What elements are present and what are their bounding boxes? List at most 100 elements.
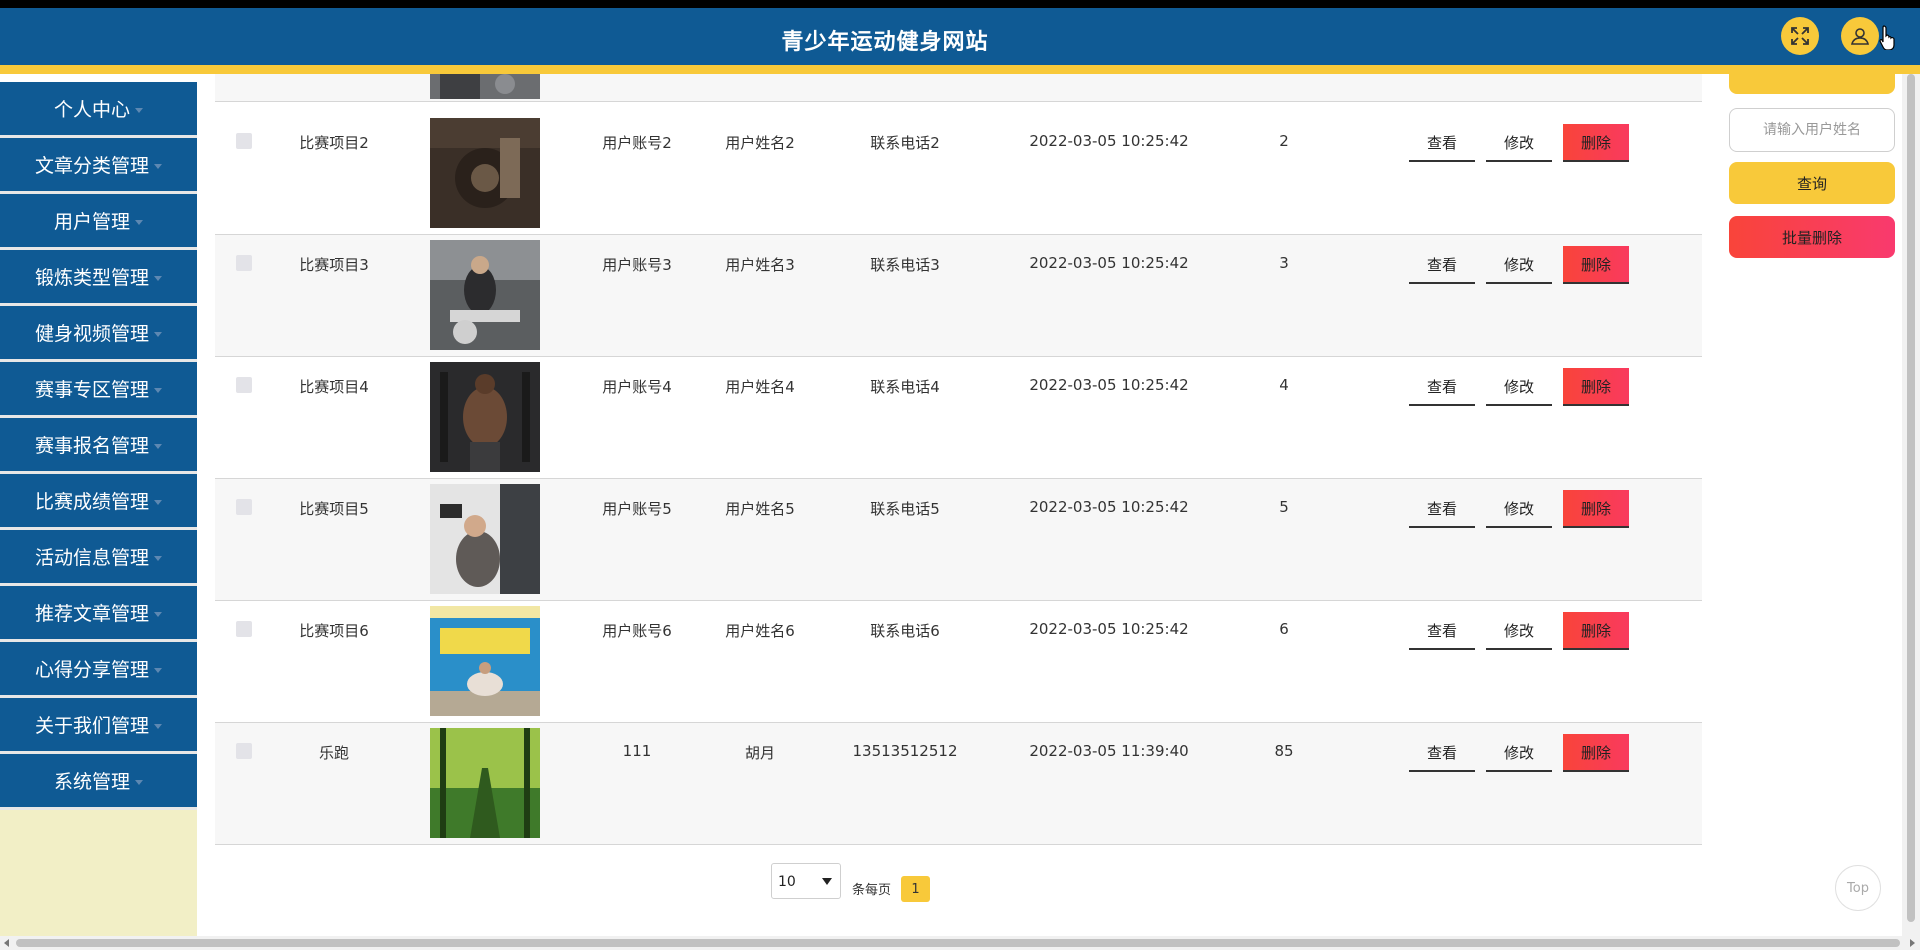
delete-button[interactable]: 删除 xyxy=(1563,124,1629,162)
table-row: 比赛项目2 用户账号2 用户姓名2 联系电话2 2022-03-05 10:25… xyxy=(215,113,1702,235)
page-size-select[interactable]: 10 xyxy=(771,863,841,899)
account-cell: 用户账号5 xyxy=(602,500,672,518)
chevron-down-icon xyxy=(135,108,143,113)
scroll-left-icon[interactable] xyxy=(4,939,9,947)
sidebar-item-label: 用户管理 xyxy=(53,211,130,233)
site-title: 青少年运动健身网站 xyxy=(781,30,989,55)
view-button[interactable]: 查看 xyxy=(1409,734,1475,772)
table-row: 比赛项目3 用户账号3 用户姓名3 联系电话3 2022-03-05 10:25… xyxy=(215,235,1702,357)
sidebar-item-events-zone[interactable]: 赛事专区管理 xyxy=(0,362,197,418)
score-cell: 2 xyxy=(1279,132,1289,150)
expand-icon xyxy=(1791,27,1809,45)
row-image xyxy=(430,240,540,350)
row-checkbox[interactable] xyxy=(236,621,252,637)
delete-button[interactable]: 删除 xyxy=(1563,734,1629,772)
horizontal-scrollbar-thumb[interactable] xyxy=(16,939,1900,947)
row-checkbox[interactable] xyxy=(236,133,252,149)
chevron-down-icon xyxy=(154,556,162,561)
user-icon xyxy=(1850,28,1870,45)
user-name-search-input[interactable]: 请输入用户姓名 xyxy=(1729,108,1895,152)
delete-button[interactable]: 删除 xyxy=(1563,368,1629,406)
sidebar-item-competition-scores[interactable]: 比赛成绩管理 xyxy=(0,474,197,530)
time-cell: 2022-03-05 10:25:42 xyxy=(1029,620,1189,638)
row-checkbox[interactable] xyxy=(236,377,252,393)
sidebar-item-about-us[interactable]: 关于我们管理 xyxy=(0,698,197,754)
sidebar-item-fitness-video[interactable]: 健身视频管理 xyxy=(0,306,197,362)
fullscreen-button[interactable] xyxy=(1781,17,1819,55)
table-row: 乐跑 111 胡月 13513512512 2022-03-05 11:39:4… xyxy=(215,723,1702,845)
horizontal-scrollbar[interactable] xyxy=(0,936,1920,950)
table-row: 比赛项目5 用户账号5 用户姓名5 联系电话5 2022-03-05 10:25… xyxy=(215,479,1702,601)
view-button[interactable]: 查看 xyxy=(1409,490,1475,528)
edit-button[interactable]: 修改 xyxy=(1486,490,1552,528)
chevron-down-icon xyxy=(154,332,162,337)
page-number-button[interactable]: 1 xyxy=(901,876,930,902)
chevron-down-icon xyxy=(154,444,162,449)
delete-button[interactable]: 删除 xyxy=(1563,490,1629,528)
back-to-top-button[interactable]: Top xyxy=(1835,865,1881,911)
view-button[interactable]: 查看 xyxy=(1409,246,1475,284)
sidebar-item-exercise-type[interactable]: 锻炼类型管理 xyxy=(0,250,197,306)
sidebar-item-article-category[interactable]: 文章分类管理 xyxy=(0,138,197,194)
row-checkbox[interactable] xyxy=(236,743,252,759)
score-cell: 5 xyxy=(1279,498,1289,516)
phone-cell: 联系电话4 xyxy=(870,378,940,396)
add-button-partial[interactable] xyxy=(1729,74,1895,94)
project-cell: 比赛项目4 xyxy=(299,378,369,396)
query-button[interactable]: 查询 xyxy=(1729,162,1895,204)
row-checkbox[interactable] xyxy=(236,255,252,271)
sidebar-item-system[interactable]: 系统管理 xyxy=(0,754,197,810)
chevron-down-icon xyxy=(154,388,162,393)
row-image xyxy=(430,74,540,99)
edit-button[interactable]: 修改 xyxy=(1486,124,1552,162)
top-header: 青少年运动健身网站 xyxy=(0,8,1920,65)
scroll-right-icon[interactable] xyxy=(1910,939,1915,947)
sidebar-item-activity-info[interactable]: 活动信息管理 xyxy=(0,530,197,586)
account-cell: 用户账号3 xyxy=(602,256,672,274)
header-accent-stripe xyxy=(0,65,1920,74)
row-image xyxy=(430,728,540,838)
edit-button[interactable]: 修改 xyxy=(1486,368,1552,406)
vertical-scrollbar-thumb[interactable] xyxy=(1907,74,1915,922)
view-button[interactable]: 查看 xyxy=(1409,124,1475,162)
sidebar-item-recommended-articles[interactable]: 推荐文章管理 xyxy=(0,586,197,642)
edit-button[interactable]: 修改 xyxy=(1486,246,1552,284)
chevron-down-icon xyxy=(154,724,162,729)
phone-cell: 联系电话6 xyxy=(870,622,940,640)
sidebar-item-label: 关于我们管理 xyxy=(34,715,149,737)
vertical-scrollbar[interactable] xyxy=(1902,74,1920,936)
view-button[interactable]: 查看 xyxy=(1409,612,1475,650)
chevron-down-icon xyxy=(154,500,162,505)
project-cell: 比赛项目3 xyxy=(299,256,369,274)
row-image xyxy=(430,118,540,228)
sidebar-item-label: 赛事专区管理 xyxy=(34,379,149,401)
sidebar-item-label: 锻炼类型管理 xyxy=(34,267,149,289)
sidebar-item-personal-center[interactable]: 个人中心 xyxy=(0,82,197,138)
user-menu-button[interactable] xyxy=(1841,17,1879,55)
view-button[interactable]: 查看 xyxy=(1409,368,1475,406)
batch-delete-button[interactable]: 批量删除 xyxy=(1729,216,1895,258)
phone-cell: 联系电话5 xyxy=(870,500,940,518)
account-cell: 用户账号6 xyxy=(602,622,672,640)
page-size-value: 10 xyxy=(778,874,796,890)
row-checkbox[interactable] xyxy=(236,499,252,515)
name-cell: 胡月 xyxy=(744,744,776,762)
project-cell: 比赛项目5 xyxy=(299,500,369,518)
row-image xyxy=(430,606,540,716)
time-cell: 2022-03-05 11:39:40 xyxy=(1029,742,1189,760)
time-cell: 2022-03-05 10:25:42 xyxy=(1029,376,1189,394)
sidebar-item-users[interactable]: 用户管理 xyxy=(0,194,197,250)
account-cell: 111 xyxy=(622,742,652,760)
edit-button[interactable]: 修改 xyxy=(1486,734,1552,772)
chevron-down-icon xyxy=(135,220,143,225)
sidebar-item-event-registration[interactable]: 赛事报名管理 xyxy=(0,418,197,474)
sidebar-item-label: 比赛成绩管理 xyxy=(34,491,149,513)
sidebar-item-label: 个人中心 xyxy=(53,99,130,121)
row-image xyxy=(430,362,540,472)
delete-button[interactable]: 删除 xyxy=(1563,246,1629,284)
name-cell: 用户姓名4 xyxy=(725,378,795,396)
edit-button[interactable]: 修改 xyxy=(1486,612,1552,650)
time-cell: 2022-03-05 10:25:42 xyxy=(1029,132,1189,150)
delete-button[interactable]: 删除 xyxy=(1563,612,1629,650)
sidebar-item-experience-sharing[interactable]: 心得分享管理 xyxy=(0,642,197,698)
